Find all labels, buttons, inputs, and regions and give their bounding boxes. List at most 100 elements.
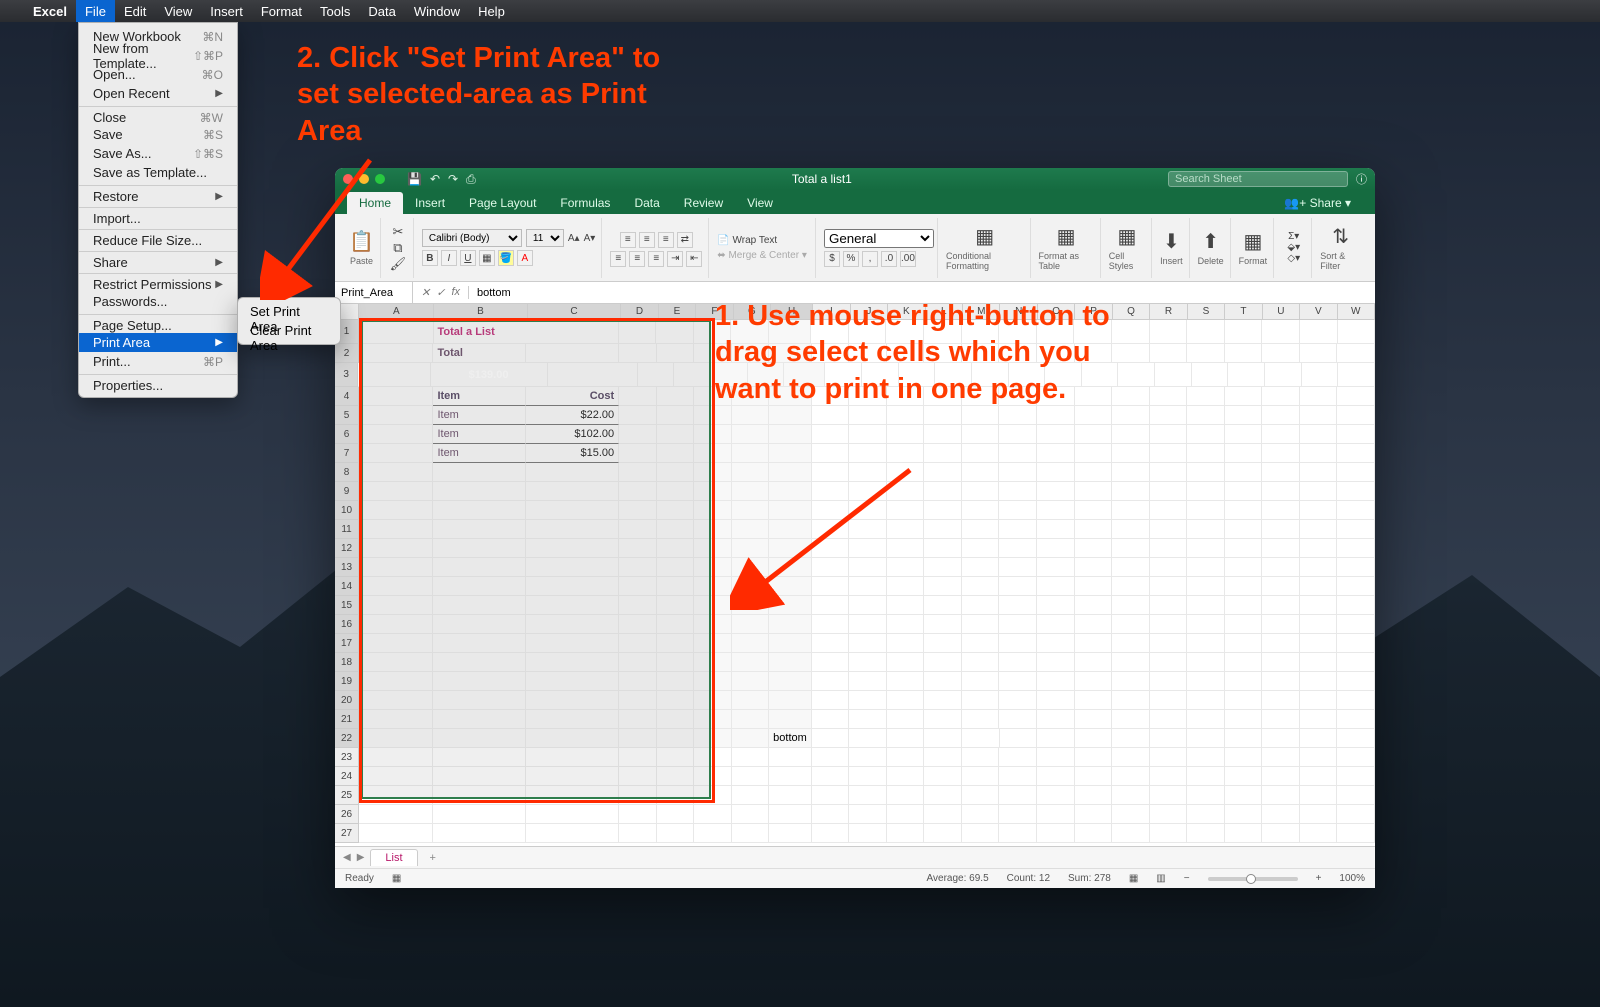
ribbon-format-table[interactable]: ▦Format as Table bbox=[1033, 218, 1101, 278]
row-header-8[interactable]: 8 bbox=[335, 463, 359, 482]
sheet-tab-list[interactable]: List bbox=[370, 849, 417, 866]
row-header-24[interactable]: 24 bbox=[335, 767, 359, 786]
col-header-C[interactable]: C bbox=[528, 304, 622, 319]
row-header-14[interactable]: 14 bbox=[335, 577, 359, 596]
tab-formulas[interactable]: Formulas bbox=[548, 192, 622, 214]
print-icon[interactable]: ⎙ bbox=[466, 172, 476, 187]
italic-button[interactable]: I bbox=[441, 250, 457, 266]
file-menu-open-recent[interactable]: Open Recent▶ bbox=[79, 84, 237, 103]
ribbon-editing[interactable]: Σ▾⬙▾◇▾ bbox=[1276, 218, 1312, 278]
col-header-T[interactable]: T bbox=[1225, 304, 1262, 319]
tab-review[interactable]: Review bbox=[672, 192, 735, 214]
file-menu-passwords-[interactable]: Passwords... bbox=[79, 292, 237, 311]
row-header-20[interactable]: 20 bbox=[335, 691, 359, 710]
row-header-6[interactable]: 6 bbox=[335, 425, 359, 444]
ribbon-delete[interactable]: ⬆Delete bbox=[1192, 218, 1231, 278]
row-header-9[interactable]: 9 bbox=[335, 482, 359, 501]
formula-controls[interactable]: ✕✓fx bbox=[413, 286, 469, 299]
ribbon-cond-format[interactable]: ▦Conditional Formatting bbox=[940, 218, 1031, 278]
menubar-excel[interactable]: Excel bbox=[24, 0, 76, 22]
menubar-insert[interactable]: Insert bbox=[201, 0, 252, 22]
font-color-button[interactable]: A bbox=[517, 250, 533, 266]
add-sheet-button[interactable]: + bbox=[424, 852, 442, 864]
file-menu-close[interactable]: Close⌘W bbox=[79, 106, 237, 125]
row-header-23[interactable]: 23 bbox=[335, 748, 359, 767]
menubar-data[interactable]: Data bbox=[359, 0, 404, 22]
border-button[interactable]: ▦ bbox=[479, 250, 495, 266]
row-header-25[interactable]: 25 bbox=[335, 786, 359, 805]
col-header-R[interactable]: R bbox=[1150, 304, 1187, 319]
menubar-view[interactable]: View bbox=[155, 0, 201, 22]
view-normal-icon[interactable]: ▦ bbox=[1129, 873, 1138, 884]
save-icon[interactable]: 💾 bbox=[407, 172, 422, 187]
menubar-file[interactable]: File bbox=[76, 0, 115, 22]
row-header-26[interactable]: 26 bbox=[335, 805, 359, 824]
col-header-A[interactable]: A bbox=[359, 304, 434, 319]
sheet-nav-next[interactable]: ▶ bbox=[357, 852, 365, 863]
menubar-window[interactable]: Window bbox=[405, 0, 469, 22]
sheet-nav-prev[interactable]: ◀ bbox=[343, 852, 351, 863]
ribbon-clipboard-tools[interactable]: ✂⧉🖌 bbox=[383, 218, 414, 278]
row-header-22[interactable]: 22 bbox=[335, 729, 359, 748]
font-name-select[interactable]: Calibri (Body) bbox=[422, 229, 522, 247]
set-print-area[interactable]: Set Print Area bbox=[238, 302, 340, 321]
col-header-E[interactable]: E bbox=[659, 304, 696, 319]
ribbon-cell-styles[interactable]: ▦Cell Styles bbox=[1103, 218, 1152, 278]
row-header-2[interactable]: 2 bbox=[335, 344, 359, 363]
tab-page-layout[interactable]: Page Layout bbox=[457, 192, 548, 214]
row-header-27[interactable]: 27 bbox=[335, 824, 359, 843]
zoom-in-button[interactable]: + bbox=[1316, 873, 1322, 884]
share-button[interactable]: 👥+ Share ▾ bbox=[1272, 192, 1363, 214]
view-layout-icon[interactable]: ▥ bbox=[1156, 873, 1165, 884]
row-header-16[interactable]: 16 bbox=[335, 615, 359, 634]
col-header-D[interactable]: D bbox=[621, 304, 658, 319]
undo-icon[interactable]: ↶ bbox=[430, 172, 440, 187]
tab-insert[interactable]: Insert bbox=[403, 192, 457, 214]
menubar-format[interactable]: Format bbox=[252, 0, 311, 22]
fill-color-button[interactable]: 🪣 bbox=[498, 250, 514, 266]
increase-font-icon[interactable]: A▴ bbox=[568, 233, 580, 244]
number-format-select[interactable]: General bbox=[824, 229, 934, 248]
zoom-level[interactable]: 100% bbox=[1339, 873, 1365, 884]
status-macro-icon[interactable]: ▦ bbox=[392, 873, 401, 884]
file-menu-restrict-permissions[interactable]: Restrict Permissions▶ bbox=[79, 273, 237, 292]
row-header-10[interactable]: 10 bbox=[335, 501, 359, 520]
ribbon-insert[interactable]: ⬇Insert bbox=[1154, 218, 1190, 278]
merge-center-button[interactable]: ⬌ Merge & Center ▾ bbox=[717, 250, 807, 261]
menubar-help[interactable]: Help bbox=[469, 0, 514, 22]
menubar-tools[interactable]: Tools bbox=[311, 0, 359, 22]
ribbon-sort-filter[interactable]: ⇅Sort & Filter bbox=[1314, 218, 1367, 278]
file-menu-restore[interactable]: Restore▶ bbox=[79, 185, 237, 204]
tab-data[interactable]: Data bbox=[622, 192, 671, 214]
row-header-7[interactable]: 7 bbox=[335, 444, 359, 463]
font-size-select[interactable]: 11 bbox=[526, 229, 564, 247]
row-header-4[interactable]: 4 bbox=[335, 387, 359, 406]
clear-print-area[interactable]: Clear Print Area bbox=[238, 321, 340, 340]
zoom-out-button[interactable]: − bbox=[1184, 873, 1190, 884]
file-menu-print-[interactable]: Print...⌘P bbox=[79, 352, 237, 371]
bold-button[interactable]: B bbox=[422, 250, 438, 266]
file-menu-print-area[interactable]: Print Area▶ bbox=[79, 333, 237, 352]
row-header-18[interactable]: 18 bbox=[335, 653, 359, 672]
file-menu-save-as-template-[interactable]: Save as Template... bbox=[79, 163, 237, 182]
row-header-17[interactable]: 17 bbox=[335, 634, 359, 653]
redo-icon[interactable]: ↷ bbox=[448, 172, 458, 187]
col-header-S[interactable]: S bbox=[1188, 304, 1225, 319]
file-menu-page-setup-[interactable]: Page Setup... bbox=[79, 314, 237, 333]
row-header-15[interactable]: 15 bbox=[335, 596, 359, 615]
underline-button[interactable]: U bbox=[460, 250, 476, 266]
decrease-font-icon[interactable]: A▾ bbox=[584, 233, 596, 244]
formula-input[interactable]: bottom bbox=[469, 287, 1375, 299]
help-icon[interactable]: ⓘ bbox=[1356, 171, 1367, 187]
row-header-13[interactable]: 13 bbox=[335, 558, 359, 577]
row-header-11[interactable]: 11 bbox=[335, 520, 359, 539]
col-header-U[interactable]: U bbox=[1263, 304, 1300, 319]
file-menu-share[interactable]: Share▶ bbox=[79, 251, 237, 270]
file-menu-save[interactable]: Save⌘S bbox=[79, 125, 237, 144]
file-menu-import-[interactable]: Import... bbox=[79, 207, 237, 226]
row-header-12[interactable]: 12 bbox=[335, 539, 359, 558]
wrap-text-button[interactable]: 📄 Wrap Text bbox=[717, 235, 777, 246]
col-header-V[interactable]: V bbox=[1300, 304, 1337, 319]
ribbon-format[interactable]: ▦Format bbox=[1233, 218, 1275, 278]
row-header-19[interactable]: 19 bbox=[335, 672, 359, 691]
